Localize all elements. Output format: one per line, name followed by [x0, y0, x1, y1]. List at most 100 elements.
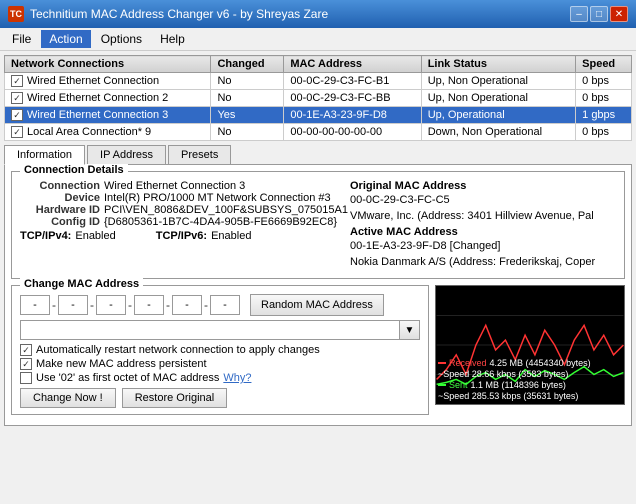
mac-sep-3: - [128, 298, 132, 312]
title-controls[interactable]: – □ ✕ [570, 6, 628, 22]
row3-changed: Yes [211, 107, 284, 124]
active-mac-line1: 00-1E-A3-23-9F-D8 [Changed] [350, 240, 616, 252]
row1-mac: 00-0C-29-C3-FC-B1 [284, 73, 421, 90]
row1-status: Up, Non Operational [421, 73, 575, 90]
maximize-button[interactable]: □ [590, 6, 608, 22]
received-dot [438, 362, 446, 364]
row4-changed: No [211, 124, 284, 141]
mac-field-5[interactable] [172, 295, 202, 315]
tcpipv4: TCP/IPv4: Enabled [20, 230, 116, 242]
random-mac-button[interactable]: Random MAC Address [250, 294, 384, 316]
config-label: Config ID [20, 216, 100, 228]
col-network-connections: Network Connections [5, 56, 211, 73]
close-button[interactable]: ✕ [610, 6, 628, 22]
received-label: Received [449, 358, 487, 368]
connection-row: Connection Wired Ethernet Connection 3 [20, 180, 348, 192]
mac-sep-2: - [90, 298, 94, 312]
row4-mac: 00-00-00-00-00-00 [284, 124, 421, 141]
row2-mac: 00-0C-29-C3-FC-BB [284, 90, 421, 107]
row3-speed: 1 gbps [576, 107, 632, 124]
menu-action[interactable]: Action [41, 30, 90, 48]
tab-bar: Information IP Address Presets [4, 145, 632, 165]
checkbox-persistent[interactable] [20, 358, 32, 370]
row1-speed: 0 bps [576, 73, 632, 90]
tab-presets[interactable]: Presets [168, 145, 231, 164]
config-value: {D6805361-1B7C-4DA4-905B-FE6669B92EC8} [104, 216, 337, 228]
checkbox-auto-restart[interactable] [20, 344, 32, 356]
title-bar-left: TC Technitium MAC Address Changer v6 - b… [8, 6, 328, 22]
left-details: Connection Wired Ethernet Connection 3 D… [20, 180, 348, 272]
mac-field-4[interactable] [134, 295, 164, 315]
table-row[interactable]: Local Area Connection* 9 No 00-00-00-00-… [5, 124, 632, 141]
menu-options[interactable]: Options [93, 30, 150, 48]
mac-field-6[interactable] [210, 295, 240, 315]
dropdown-row: ▼ [20, 320, 420, 340]
original-mac-line1: 00-0C-29-C3-FC-C5 [350, 194, 616, 206]
col-link-status: Link Status [421, 56, 575, 73]
original-mac-title: Original MAC Address [350, 180, 616, 192]
menu-help[interactable]: Help [152, 30, 193, 48]
table-row[interactable]: Wired Ethernet Connection No 00-0C-29-C3… [5, 73, 632, 90]
tab-content: Connection Details Connection Wired Ethe… [4, 165, 632, 426]
legend-received-speed-row: ~Speed 28.66 kbps (3583 bytes) [438, 369, 591, 379]
menu-file[interactable]: File [4, 30, 39, 48]
received-value: 4.25 MB (4454340 bytes) [490, 358, 591, 368]
tab-information[interactable]: Information [4, 145, 85, 165]
row2-checkbox[interactable] [11, 92, 23, 104]
checkbox-auto-restart-label: Automatically restart network connection… [36, 344, 320, 356]
row4-status: Down, Non Operational [421, 124, 575, 141]
mac-field-1[interactable] [20, 295, 50, 315]
hardware-label: Hardware ID [20, 204, 100, 216]
row4-speed: 0 bps [576, 124, 632, 141]
hardware-value: PCI\VEN_8086&DEV_100F&SUBSYS_075015A1 [104, 204, 348, 216]
checkbox-persistent-label: Make new MAC address persistent [36, 358, 207, 370]
dropdown-arrow-icon[interactable]: ▼ [400, 320, 420, 340]
table-row[interactable]: Wired Ethernet Connection 3 Yes 00-1E-A3… [5, 107, 632, 124]
tcpipv4-label: TCP/IPv4: [20, 230, 71, 242]
tcpipv4-value: Enabled [75, 230, 115, 242]
change-now-button[interactable]: Change Now ! [20, 388, 116, 408]
change-mac-title: Change MAC Address [20, 278, 143, 290]
mac-sep-4: - [166, 298, 170, 312]
title-text: Technitium MAC Address Changer v6 - by S… [30, 7, 328, 21]
network-table: Network Connections Changed MAC Address … [4, 55, 632, 141]
row4-checkbox[interactable] [11, 126, 23, 138]
active-mac-line2: Nokia Danmark A/S (Address: Frederikskaj… [350, 256, 616, 268]
original-mac-line2: VMware, Inc. (Address: 3401 Hillview Ave… [350, 210, 616, 222]
tcpipv6-label: TCP/IPv6: [156, 230, 207, 242]
col-changed: Changed [211, 56, 284, 73]
row3-name: Wired Ethernet Connection 3 [5, 107, 211, 124]
restore-original-button[interactable]: Restore Original [122, 388, 227, 408]
tcp-row: TCP/IPv4: Enabled TCP/IPv6: Enabled [20, 230, 348, 242]
mac-field-3[interactable] [96, 295, 126, 315]
row3-checkbox[interactable] [11, 109, 23, 121]
checkbox-use-02[interactable] [20, 372, 32, 384]
network-graph: Received 4.25 MB (4454340 bytes) ~Speed … [435, 285, 625, 405]
received-speed: ~Speed 28.66 kbps (3583 bytes) [438, 369, 568, 379]
mac-dropdown-field[interactable] [20, 320, 400, 340]
mac-field-2[interactable] [58, 295, 88, 315]
main-content: Network Connections Changed MAC Address … [0, 51, 636, 430]
col-mac-address: MAC Address [284, 56, 421, 73]
sent-dot [438, 384, 446, 386]
graph-legend: Received 4.25 MB (4454340 bytes) ~Speed … [438, 358, 591, 402]
why-link[interactable]: Why? [223, 372, 251, 384]
connection-details-group: Connection Details Connection Wired Ethe… [11, 171, 625, 279]
mac-inputs: - - - - - Random MAC Address [20, 294, 420, 316]
row2-name: Wired Ethernet Connection 2 [5, 90, 211, 107]
row1-checkbox[interactable] [11, 75, 23, 87]
sent-label: Sent [449, 380, 468, 390]
connection-label: Connection [20, 180, 100, 192]
table-row[interactable]: Wired Ethernet Connection 2 No 00-0C-29-… [5, 90, 632, 107]
right-details: Original MAC Address 00-0C-29-C3-FC-C5 V… [350, 180, 616, 272]
minimize-button[interactable]: – [570, 6, 588, 22]
row2-speed: 0 bps [576, 90, 632, 107]
connection-details: Connection Wired Ethernet Connection 3 D… [20, 180, 616, 272]
row3-mac: 00-1E-A3-23-9F-D8 [284, 107, 421, 124]
tab-ip-address[interactable]: IP Address [87, 145, 166, 164]
row4-name: Local Area Connection* 9 [5, 124, 211, 141]
tcpipv6-value: Enabled [211, 230, 251, 242]
app-icon: TC [8, 6, 24, 22]
config-row: Config ID {D6805361-1B7C-4DA4-905B-FE666… [20, 216, 348, 228]
row2-changed: No [211, 90, 284, 107]
